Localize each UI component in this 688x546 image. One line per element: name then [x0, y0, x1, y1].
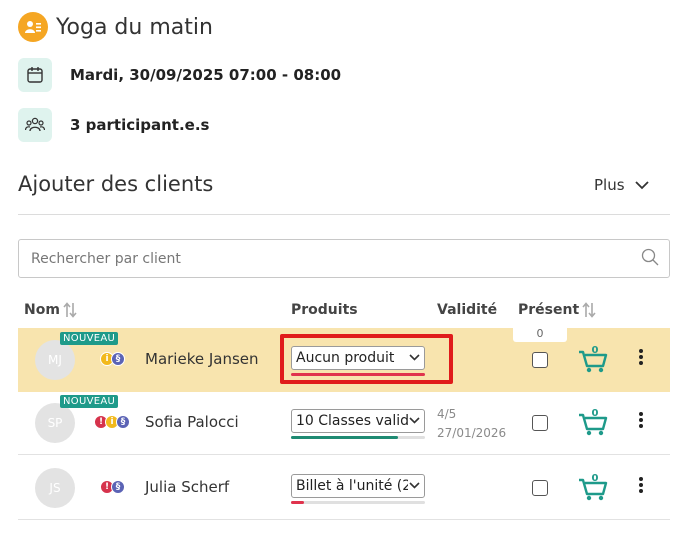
people-icon [18, 108, 52, 142]
table-row: JS ! § Julia Scherf Billet à l'unité (2 … [18, 456, 670, 520]
present-checkbox[interactable] [532, 352, 548, 368]
cart-icon: 0 [579, 345, 608, 373]
row-actions-icon[interactable] [638, 348, 644, 370]
present-count: 0 [513, 325, 567, 342]
cart-button[interactable]: 0 [578, 472, 608, 506]
row-actions-icon[interactable] [638, 476, 644, 498]
status-icons: i § [100, 352, 125, 366]
more-menu-button[interactable]: Plus [594, 176, 649, 194]
table-row: SP NOUVEAU ! i § Sofia Palocci 10 Classe… [18, 391, 670, 455]
progress-fill [291, 436, 399, 439]
cart-count: 0 [592, 345, 599, 356]
chevron-down-icon [409, 482, 420, 489]
law-icon[interactable]: § [111, 480, 125, 494]
session-participants-row: 3 participant.e.s [18, 108, 209, 142]
row-actions-icon[interactable] [638, 411, 644, 433]
avatar[interactable]: JS [35, 468, 75, 508]
page-title: Yoga du matin [56, 14, 213, 40]
cart-button[interactable]: 0 [578, 407, 608, 441]
new-badge: NOUVEAU [60, 395, 119, 408]
user-list-icon [18, 12, 48, 42]
avatar[interactable]: SP [35, 403, 75, 443]
section-title: Ajouter des clients [18, 172, 214, 196]
cart-icon: 0 [579, 408, 608, 436]
status-icons: ! § [100, 480, 125, 494]
chevron-down-icon [634, 180, 649, 189]
column-header-validity: Validité [437, 302, 498, 318]
product-select[interactable]: Aucun produit [291, 346, 425, 370]
avatar[interactable]: MJ [35, 340, 75, 380]
product-progress-bar [291, 373, 425, 376]
product-progress-bar [291, 436, 425, 439]
law-icon[interactable]: § [116, 415, 130, 429]
search-box [18, 239, 670, 278]
cart-button[interactable]: 0 [578, 344, 608, 378]
present-checkbox[interactable] [532, 480, 548, 496]
validity-count: 4/5 [437, 407, 457, 421]
search-icon[interactable] [641, 248, 659, 266]
client-name[interactable]: Julia Scherf [145, 478, 229, 496]
present-checkbox[interactable] [532, 415, 548, 431]
sort-icon [582, 302, 596, 318]
table-row: MJ NOUVEAU i § Marieke Jansen Aucun prod… [18, 325, 670, 392]
client-name[interactable]: Sofia Palocci [145, 413, 239, 431]
new-badge: NOUVEAU [60, 332, 119, 345]
participant-count: 3 participant.e.s [70, 116, 210, 134]
chevron-down-icon [409, 354, 420, 361]
session-date-row: Mardi, 30/09/2025 07:00 - 08:00 [18, 58, 341, 92]
cart-count: 0 [592, 408, 599, 419]
cart-count: 0 [592, 473, 599, 484]
client-search-input[interactable] [19, 240, 629, 277]
product-select[interactable]: Billet à l'unité (2 [291, 474, 425, 498]
progress-fill [291, 373, 425, 376]
validity-info: 4/5 27/01/2026 [437, 405, 506, 443]
chevron-down-icon [409, 417, 420, 424]
column-header-present[interactable]: Présent [518, 302, 596, 318]
calendar-icon [18, 58, 52, 92]
client-name[interactable]: Marieke Jansen [145, 350, 259, 368]
session-datetime: Mardi, 30/09/2025 07:00 - 08:00 [70, 66, 342, 84]
progress-fill [291, 501, 305, 504]
class-header: Yoga du matin [18, 12, 213, 42]
sort-icon [63, 302, 77, 318]
product-progress-bar [291, 501, 425, 504]
law-icon[interactable]: § [111, 352, 125, 366]
status-icons: ! i § [94, 415, 130, 429]
column-header-name[interactable]: Nom [24, 302, 77, 318]
column-header-products: Produits [291, 302, 358, 318]
product-select[interactable]: 10 Classes validité 4 mois [291, 409, 425, 433]
section-divider [18, 214, 670, 215]
validity-date: 27/01/2026 [437, 426, 507, 440]
more-menu-label: Plus [594, 176, 625, 194]
cart-icon: 0 [579, 473, 608, 501]
